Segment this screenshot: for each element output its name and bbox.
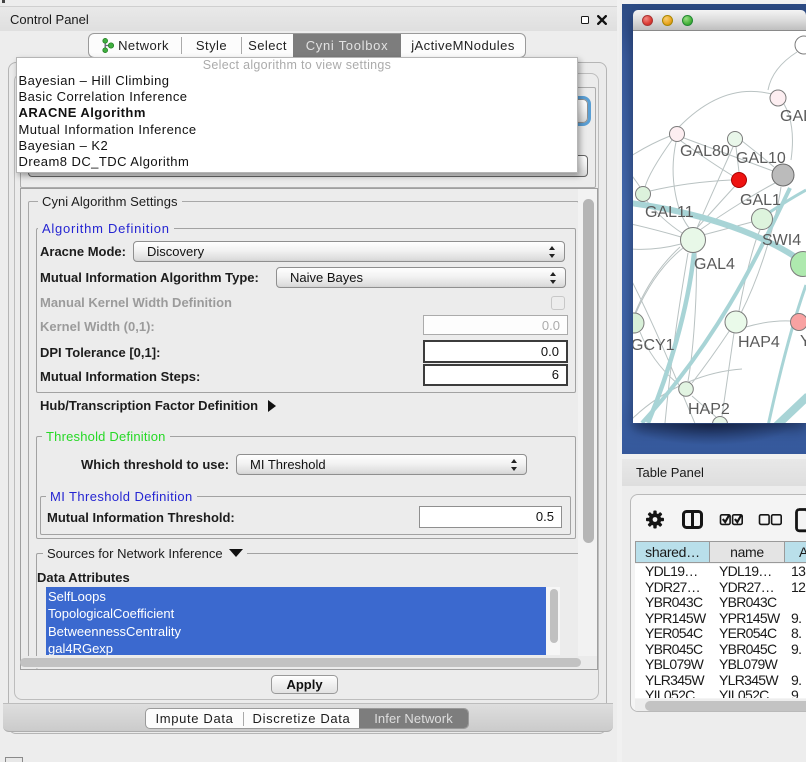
svg-text:GAL11: GAL11 (645, 204, 694, 221)
svg-text:SWI4: SWI4 (762, 232, 801, 249)
svg-text:GAL1: GAL1 (740, 192, 781, 209)
svg-text:HAP2: HAP2 (688, 401, 730, 418)
svg-text:GAL80: GAL80 (680, 143, 730, 160)
svg-text:Y: Y (800, 333, 806, 350)
svg-text:GAL7: GAL7 (780, 108, 806, 125)
svg-text:GAL10: GAL10 (736, 150, 786, 167)
svg-text:HAP4: HAP4 (738, 334, 780, 351)
svg-text:GCY1: GCY1 (633, 337, 675, 354)
svg-text:GAL4: GAL4 (694, 256, 735, 273)
